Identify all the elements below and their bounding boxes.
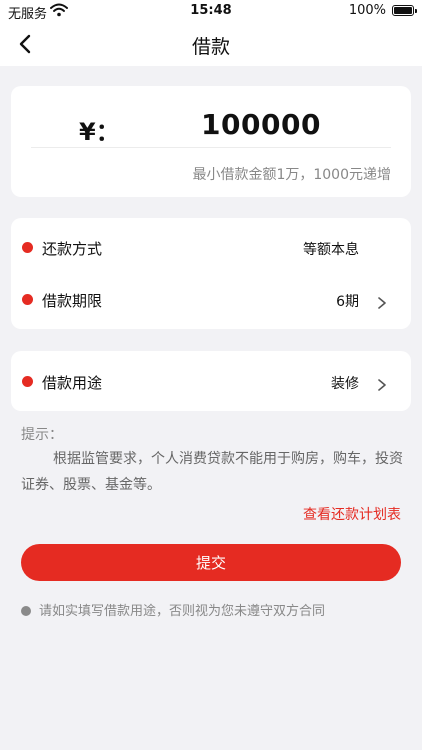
battery-icon xyxy=(392,5,417,16)
loan-purpose-card: 借款用途 装修 xyxy=(11,351,411,411)
amount-input[interactable]: 100000 xyxy=(131,108,391,141)
nav-bar: 借款 xyxy=(0,22,422,66)
radio-icon[interactable] xyxy=(21,606,31,616)
submit-button[interactable]: 提交 xyxy=(21,544,401,581)
chevron-right-icon[interactable] xyxy=(377,294,387,309)
amount-card: ¥： 100000 最小借款金额1万，1000元递增 xyxy=(11,86,411,197)
agreement-notice[interactable]: 请如实填写借款用途，否则视为您未遵守双方合同 xyxy=(21,600,325,619)
page-title: 借款 xyxy=(191,36,230,58)
loan-options-card: 还款方式 等额本息 借款期限 6期 xyxy=(11,218,411,329)
battery-percent: 100% xyxy=(348,3,386,18)
loan-term-value: 6期 xyxy=(336,294,359,310)
currency-label: ¥： xyxy=(79,118,120,146)
red-dot-icon xyxy=(22,294,33,305)
repay-method-value: 等额本息 xyxy=(303,242,359,258)
status-bar: 无服务 15:48 100% xyxy=(0,0,422,22)
loan-purpose-value: 装修 xyxy=(331,376,359,392)
repay-method-row[interactable]: 还款方式 等额本息 xyxy=(11,222,411,272)
agreement-text: 请如实填写借款用途，否则视为您未遵守双方合同 xyxy=(39,604,326,619)
chevron-right-icon[interactable] xyxy=(377,376,387,391)
repay-method-label: 还款方式 xyxy=(42,240,103,258)
loan-term-label: 借款期限 xyxy=(42,292,103,310)
loan-term-row[interactable]: 借款期限 6期 xyxy=(11,274,411,324)
tips-title: 提示： xyxy=(21,427,63,443)
divider xyxy=(31,147,391,148)
amount-hint: 最小借款金额1万，1000元递增 xyxy=(192,167,391,183)
loan-purpose-row[interactable]: 借款用途 装修 xyxy=(11,356,411,406)
loan-purpose-label: 借款用途 xyxy=(42,374,103,392)
repayment-plan-link[interactable]: 查看还款计划表 xyxy=(303,504,401,524)
red-dot-icon xyxy=(22,376,33,387)
red-dot-icon xyxy=(22,242,33,253)
tips-body: 根据监管要求，个人消费贷款不能用于购房，购车，投资证券、股票、基金等。 xyxy=(21,451,403,493)
